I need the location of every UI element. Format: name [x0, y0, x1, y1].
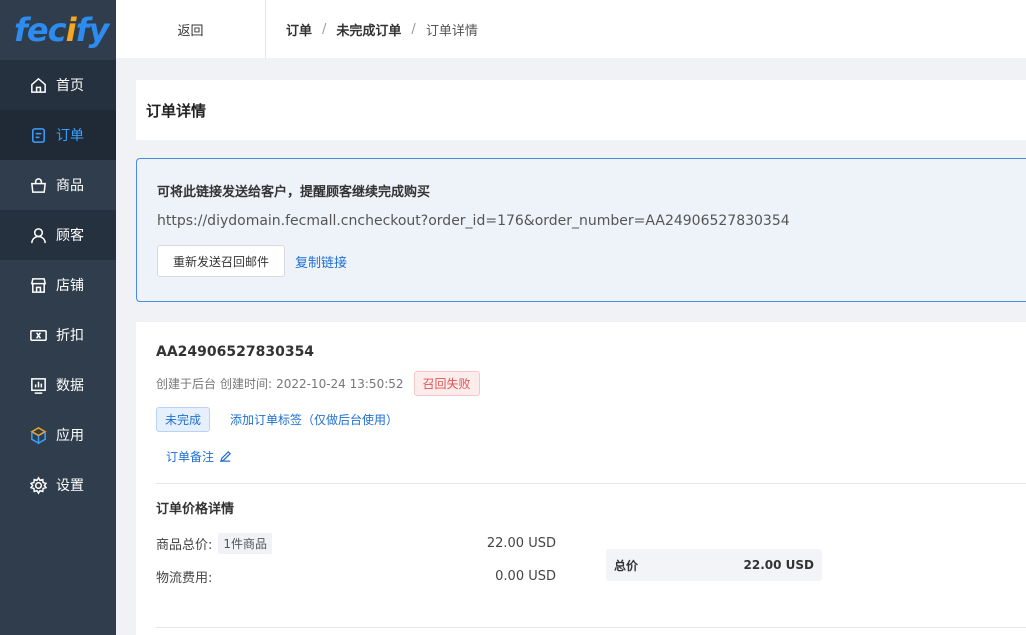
sidebar-item-discount[interactable]: 折扣 — [0, 310, 116, 360]
total-box: 总价 22.00 USD — [606, 549, 822, 581]
sidebar-item-store[interactable]: 店铺 — [0, 260, 116, 310]
shipping-row: 物流费用: 0.00 USD — [156, 567, 556, 586]
recall-actions: 重新发送召回邮件 复制链接 — [157, 245, 1006, 277]
ticket-icon — [28, 325, 48, 345]
top-header: 返回 订单 / 未完成订单 / 订单详情 — [116, 0, 1026, 58]
sidebar-item-home[interactable]: 首页 — [0, 60, 116, 110]
order-tags: 未完成 添加订单标签（仅做后台使用） — [156, 407, 1006, 432]
order-info-card: AA24906527830354 创建于后台 创建时间: 2022-10-24 … — [136, 322, 1026, 635]
goods-qty-badge: 1件商品 — [218, 533, 273, 554]
sidebar-item-label: 顾客 — [56, 228, 84, 244]
order-number: AA24906527830354 — [156, 344, 315, 360]
user-icon — [28, 225, 48, 245]
logo-text: fecify — [14, 11, 109, 49]
sidebar-item-label: 订单 — [56, 128, 84, 144]
sidebar-item-orders[interactable]: 订单 — [0, 110, 116, 160]
divider — [156, 627, 1026, 628]
sidebar-item-data[interactable]: 数据 — [0, 360, 116, 410]
chart-icon — [28, 375, 48, 395]
recall-link-panel: 可将此链接发送给客户，提醒顾客继续完成购买 https://diydomain.… — [136, 158, 1026, 302]
sidebar-item-label: 数据 — [56, 378, 84, 394]
shipping-label: 物流费用: — [156, 571, 213, 586]
sidebar-item-label: 店铺 — [56, 278, 84, 294]
order-icon — [28, 125, 48, 145]
sidebar-item-apps[interactable]: 应用 — [0, 410, 116, 460]
order-meta: 创建于后台 创建时间: 2022-10-24 13:50:52 召回失败 — [156, 371, 1006, 396]
sidebar-item-label: 商品 — [56, 178, 84, 194]
breadcrumb-incomplete-orders[interactable]: 未完成订单 — [336, 20, 401, 39]
order-status-badge: 未完成 — [156, 407, 211, 432]
recall-title: 可将此链接发送给客户，提醒顾客继续完成购买 — [157, 185, 431, 200]
copy-link-button[interactable]: 复制链接 — [295, 252, 347, 271]
sidebar-item-settings[interactable]: 设置 — [0, 460, 116, 510]
recall-status-badge: 召回失败 — [413, 371, 480, 396]
breadcrumb-separator: / — [411, 21, 416, 37]
sidebar: fecify 首页 订单 商品 顾客 店铺 折扣 数据 应用 设置 — [0, 0, 116, 635]
created-time-label: 创建时间: — [220, 377, 273, 391]
total-value: 22.00 USD — [743, 558, 814, 572]
breadcrumb-order-detail: 订单详情 — [425, 23, 478, 39]
divider — [156, 483, 1026, 484]
back-button[interactable]: 返回 — [116, 0, 266, 58]
sidebar-item-label: 设置 — [56, 478, 84, 494]
home-icon — [28, 75, 48, 95]
created-by: 创建于后台 — [156, 377, 217, 391]
bag-icon — [28, 175, 48, 195]
sidebar-item-customers[interactable]: 顾客 — [0, 210, 116, 260]
goods-total-value: 22.00 USD — [486, 536, 556, 551]
store-icon — [28, 275, 48, 295]
breadcrumb-separator: / — [322, 21, 327, 37]
cube-icon — [28, 425, 48, 445]
sidebar-item-label: 首页 — [56, 78, 84, 94]
page-title: 订单详情 — [136, 80, 1026, 140]
goods-total-row: 商品总价: 1件商品 22.00 USD — [156, 533, 556, 554]
order-note-link[interactable]: 订单备注 — [166, 448, 214, 465]
sidebar-item-products[interactable]: 商品 — [0, 160, 116, 210]
breadcrumb: 订单 / 未完成订单 / 订单详情 — [266, 20, 478, 39]
price-section-title: 订单价格详情 — [156, 502, 235, 517]
sidebar-item-label: 应用 — [56, 428, 84, 444]
total-label: 总价 — [614, 558, 639, 573]
breadcrumb-orders[interactable]: 订单 — [286, 20, 312, 39]
sidebar-item-label: 折扣 — [56, 328, 84, 344]
shipping-value: 0.00 USD — [495, 569, 556, 584]
resend-recall-email-button[interactable]: 重新发送召回邮件 — [157, 245, 286, 277]
gear-icon — [28, 475, 48, 495]
main-content: 订单详情 可将此链接发送给客户，提醒顾客继续完成购买 https://diydo… — [136, 80, 1026, 635]
created-time: 2022-10-24 13:50:52 — [276, 376, 404, 391]
add-order-tag-link[interactable]: 添加订单标签（仅做后台使用） — [230, 411, 398, 428]
price-details: 商品总价: 1件商品 22.00 USD 物流费用: 0.00 USD 总价 2… — [156, 533, 1026, 628]
order-note[interactable]: 订单备注 — [156, 448, 1006, 465]
recall-link-url: https://diydomain.fecmall.cncheckout?ord… — [157, 213, 790, 229]
goods-total-label: 商品总价: — [156, 538, 213, 553]
pencil-icon[interactable] — [219, 450, 232, 463]
logo[interactable]: fecify — [0, 0, 116, 60]
